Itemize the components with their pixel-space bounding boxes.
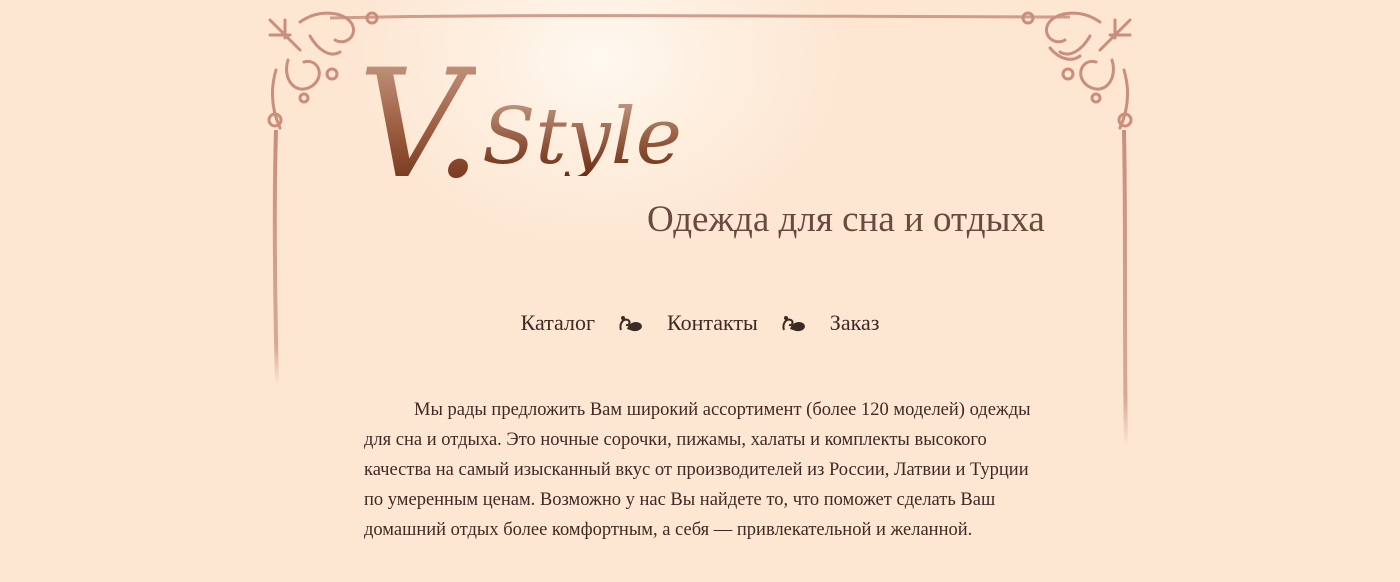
logo-word: Style	[482, 92, 682, 182]
ornament-icon	[619, 316, 642, 332]
nav-item-order[interactable]: Заказ	[830, 310, 880, 336]
main-nav: Каталог Контакты Заказ	[0, 310, 1400, 336]
logo-letter: V.	[358, 38, 482, 212]
nav-item-catalog[interactable]: Каталог	[521, 310, 595, 336]
ornament-icon	[782, 316, 805, 332]
brand-tagline: Одежда для сна и отдыха	[647, 199, 1045, 240]
right-corner-ornament	[1021, 11, 1133, 130]
page: V. Style Одежда для сна и отдыха Каталог…	[0, 0, 1400, 582]
intro-paragraph: Мы рады предложить Вам широкий ассортиме…	[364, 400, 1031, 540]
nav-item-contacts[interactable]: Контакты	[667, 310, 758, 336]
